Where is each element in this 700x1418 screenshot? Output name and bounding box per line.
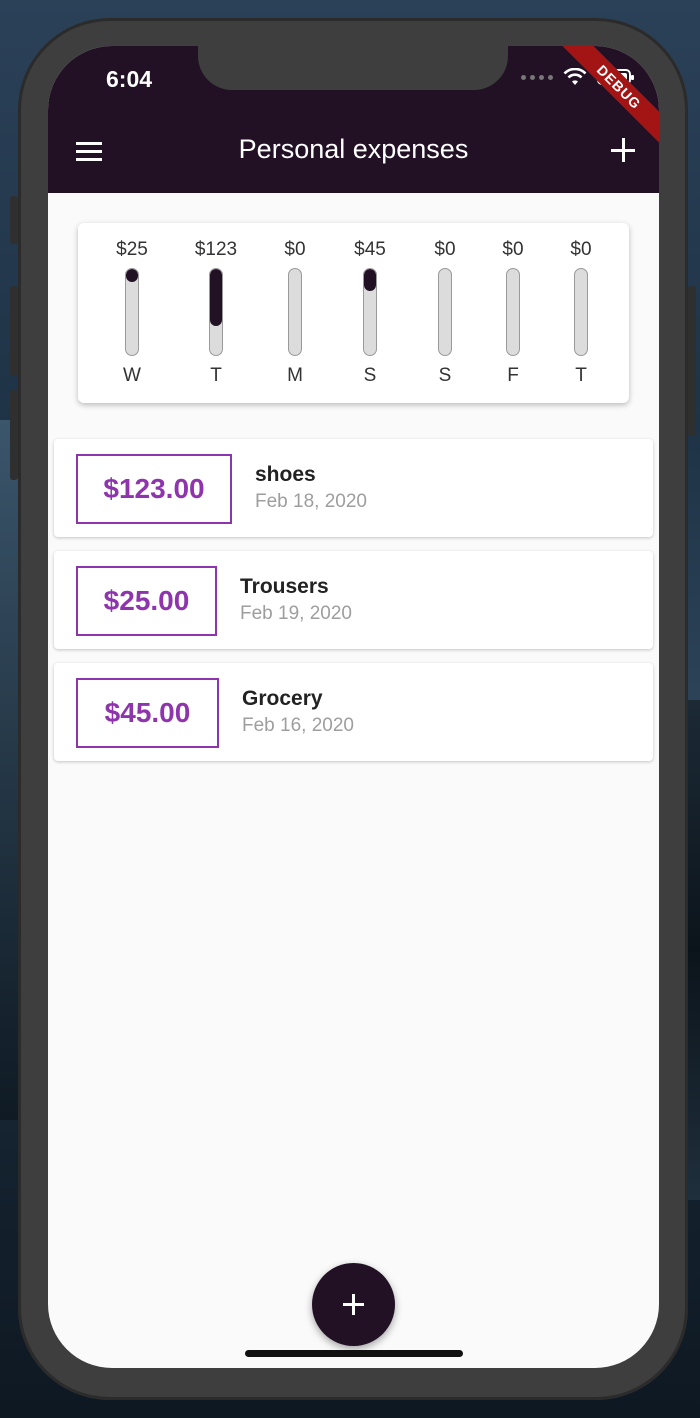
chart-bar-fill bbox=[210, 269, 222, 327]
transaction-amount: $25.00 bbox=[76, 566, 217, 636]
chart-bar-day: T bbox=[575, 365, 587, 386]
app-bar: 6:04 DEBUG Personal expenses bbox=[48, 46, 659, 193]
chart-bar-fill bbox=[364, 269, 376, 291]
power-button bbox=[688, 286, 696, 436]
chart-bar-track bbox=[288, 268, 302, 356]
chart-bar-track bbox=[209, 268, 223, 356]
phone-screen: 6:04 DEBUG Personal expenses $25 W $123 T $0… bbox=[48, 46, 659, 1368]
chart-bar-day: M bbox=[287, 365, 303, 386]
transaction-date: Feb 16, 2020 bbox=[242, 715, 354, 736]
chart-bar-track bbox=[574, 268, 588, 356]
chart-bar-column: $0 F bbox=[483, 223, 543, 403]
chart-bar-column: $123 T bbox=[186, 223, 246, 403]
chart-bar-day: S bbox=[363, 365, 377, 386]
status-time: 6:04 bbox=[106, 66, 153, 92]
add-transaction-fab[interactable] bbox=[312, 1263, 395, 1346]
chart-bar-track bbox=[506, 268, 520, 356]
transaction-amount: $45.00 bbox=[76, 678, 219, 748]
volume-down-button bbox=[10, 390, 18, 480]
chart-bar-track bbox=[363, 268, 377, 356]
page-title: Personal expenses bbox=[238, 134, 469, 164]
transaction-date: Feb 18, 2020 bbox=[255, 491, 367, 512]
chart-bar-track bbox=[438, 268, 452, 356]
transaction-title: Trousers bbox=[240, 575, 329, 598]
chart-bar-track bbox=[125, 268, 139, 356]
volume-up-button bbox=[10, 286, 18, 376]
chart-bar-amount: $45 bbox=[354, 239, 386, 260]
chart-bar-column: $0 T bbox=[551, 223, 611, 403]
notch bbox=[198, 46, 508, 90]
chart-bar-amount: $25 bbox=[116, 239, 148, 260]
wifi-icon bbox=[563, 68, 587, 85]
silent-switch bbox=[10, 196, 18, 244]
chart-bar-column: $25 W bbox=[102, 223, 162, 403]
chart-bar-amount: $123 bbox=[194, 239, 238, 260]
chart-bar-day: S bbox=[438, 365, 452, 386]
transaction-title: Grocery bbox=[242, 687, 323, 710]
transaction-card: $123.00 shoes Feb 18, 2020 bbox=[54, 439, 653, 537]
transaction-date: Feb 19, 2020 bbox=[240, 603, 352, 624]
chart-bar-amount: $0 bbox=[502, 239, 524, 260]
chart-bar-fill bbox=[126, 269, 138, 283]
transaction-title: shoes bbox=[255, 463, 316, 486]
chart-bar-amount: $0 bbox=[284, 239, 306, 260]
transaction-card: $25.00 Trousers Feb 19, 2020 bbox=[54, 551, 653, 649]
plus-icon bbox=[343, 1294, 364, 1315]
chart-bar-column: $0 M bbox=[265, 223, 325, 403]
add-icon[interactable] bbox=[611, 138, 635, 162]
chart-bar-amount: $0 bbox=[570, 239, 592, 260]
transaction-card: $45.00 Grocery Feb 16, 2020 bbox=[54, 663, 653, 761]
chart-bar-day: T bbox=[210, 365, 222, 386]
cellular-icon bbox=[521, 74, 553, 80]
weekly-chart-card: $25 W $123 T $0 M $45 S $0 S $0 F $0 T bbox=[78, 223, 629, 403]
chart-bar-column: $45 S bbox=[340, 223, 400, 403]
chart-bar-day: W bbox=[123, 365, 141, 386]
transaction-amount: $123.00 bbox=[76, 454, 232, 524]
home-indicator bbox=[245, 1350, 463, 1357]
chart-bar-column: $0 S bbox=[415, 223, 475, 403]
chart-bar-day: F bbox=[507, 365, 519, 386]
chart-bar-amount: $0 bbox=[434, 239, 456, 260]
